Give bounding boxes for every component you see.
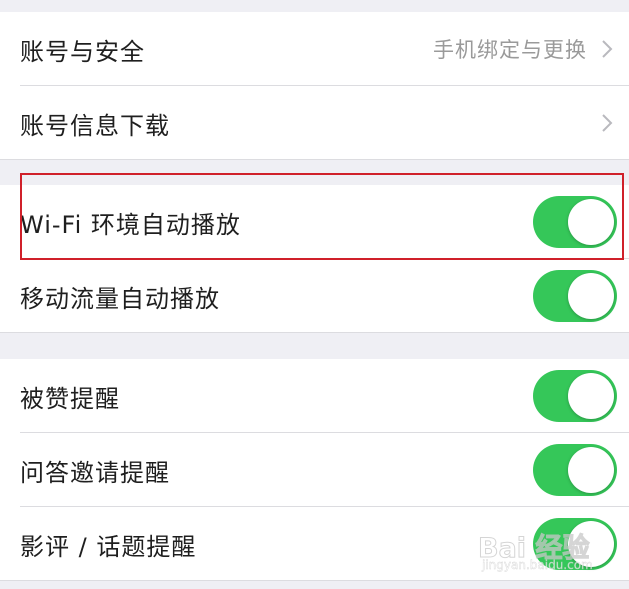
like-notify-label: 被赞提醒 <box>20 384 120 413</box>
wifi-autoplay-toggle[interactable] <box>533 196 617 248</box>
like-notify-row: 被赞提醒 <box>0 359 629 433</box>
settings-screen: 账号与安全 手机绑定与更换 账号信息下载 Wi-Fi 环境自动播放 移动流量自动… <box>0 0 629 589</box>
mobile-data-autoplay-label: 移动流量自动播放 <box>20 284 220 313</box>
account-security-row[interactable]: 账号与安全 手机绑定与更换 <box>0 12 629 86</box>
qa-invite-notify-toggle[interactable] <box>533 444 617 496</box>
review-topic-notify-row: 影评 / 话题提醒 <box>0 507 629 581</box>
qa-invite-notify-label: 问答邀请提醒 <box>20 458 170 487</box>
mobile-data-autoplay-row: 移动流量自动播放 <box>0 259 629 333</box>
account-security-label: 账号与安全 <box>20 37 145 66</box>
account-info-download-label: 账号信息下载 <box>20 111 170 140</box>
toggle-knob <box>568 447 614 493</box>
account-security-value: 手机绑定与更换 <box>433 38 587 62</box>
row-divider <box>0 580 629 581</box>
qa-invite-notify-row: 问答邀请提醒 <box>0 433 629 507</box>
account-info-download-row[interactable]: 账号信息下载 <box>0 86 629 160</box>
toggle-knob <box>568 373 614 419</box>
row-divider <box>0 332 629 333</box>
account-section: 账号与安全 手机绑定与更换 账号信息下载 <box>0 12 629 160</box>
like-notify-toggle[interactable] <box>533 370 617 422</box>
wifi-autoplay-label: Wi-Fi 环境自动播放 <box>20 210 241 239</box>
row-divider <box>0 159 629 160</box>
chevron-right-icon <box>602 114 613 132</box>
chevron-right-icon <box>602 40 613 58</box>
toggle-knob <box>568 199 614 245</box>
mobile-data-autoplay-toggle[interactable] <box>533 270 617 322</box>
toggle-knob <box>568 521 614 567</box>
review-topic-notify-label: 影评 / 话题提醒 <box>20 532 197 561</box>
wifi-autoplay-row: Wi-Fi 环境自动播放 <box>0 185 629 259</box>
autoplay-section: Wi-Fi 环境自动播放 移动流量自动播放 <box>0 185 629 333</box>
review-topic-notify-toggle[interactable] <box>533 518 617 570</box>
toggle-knob <box>568 273 614 319</box>
notification-section: 被赞提醒 问答邀请提醒 影评 / 话题提醒 <box>0 359 629 581</box>
